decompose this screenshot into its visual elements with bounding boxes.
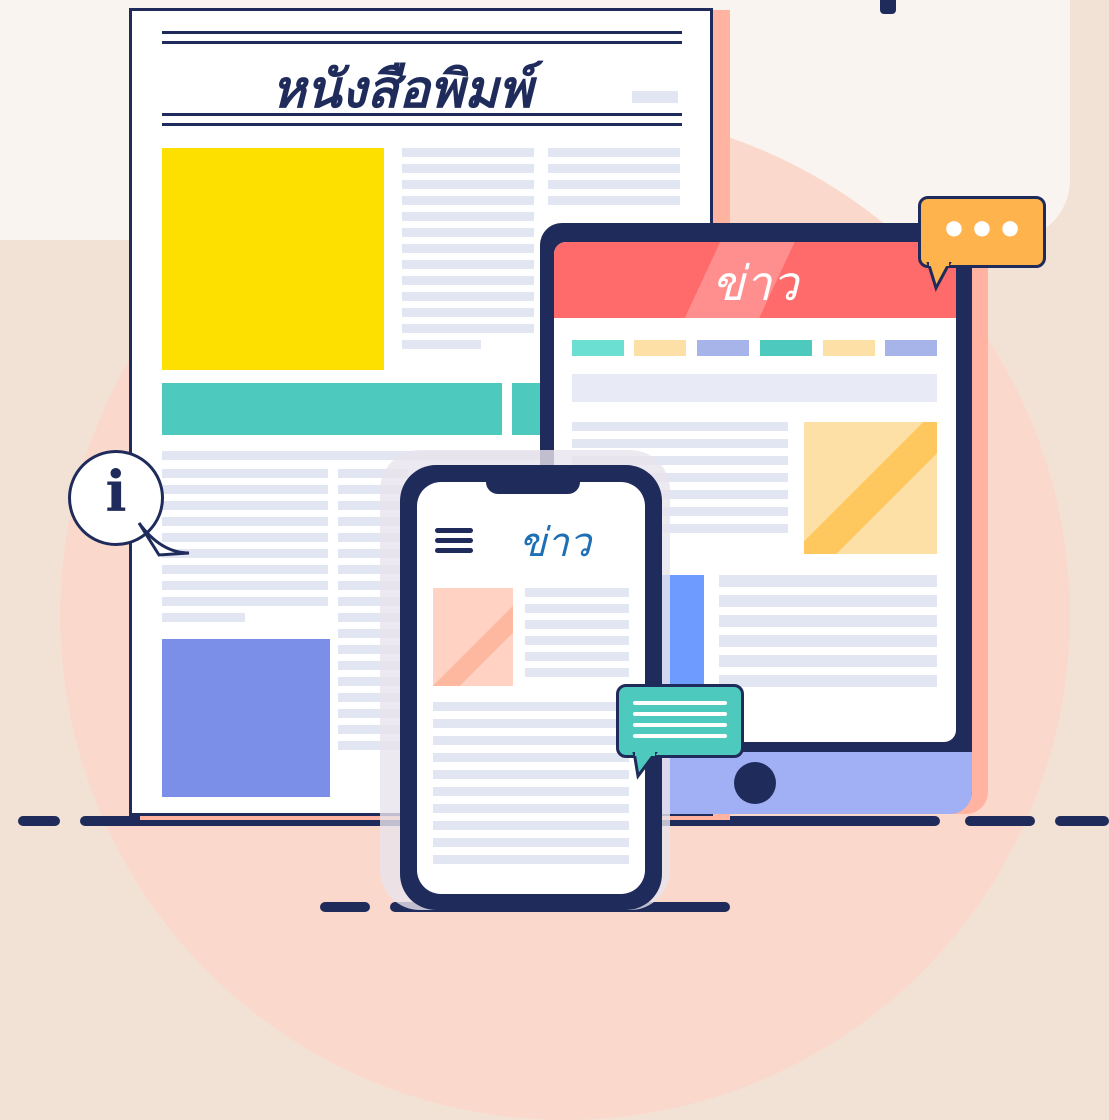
chat-lines-bubble: [616, 684, 744, 758]
chat-dots-icon: •••: [939, 205, 1025, 256]
masthead-rule-bottom: [162, 113, 682, 116]
category-tab[interactable]: [634, 340, 686, 356]
ground-dash: [965, 816, 1035, 826]
info-bubble: i: [68, 450, 190, 557]
category-tab[interactable]: [885, 340, 937, 356]
newspaper-title: หนังสือพิมพ์: [271, 59, 533, 120]
category-tab[interactable]: [760, 340, 812, 356]
masthead-rule-top: [162, 41, 682, 44]
masthead-rule-top: [162, 31, 682, 34]
tablet-header: ข่าว: [554, 242, 956, 318]
phone-title: ข่าว: [519, 520, 592, 566]
headline-banner: [512, 383, 542, 435]
headline-photo: [162, 148, 384, 370]
article-photo: [162, 639, 330, 797]
category-tab[interactable]: [572, 340, 624, 356]
ground-dash: [18, 816, 60, 826]
phone-text-column: [433, 702, 629, 872]
masthead-date-block: [632, 91, 678, 103]
text-column: [548, 148, 680, 212]
tablet-text-column: [719, 575, 937, 695]
ground-dash: [1055, 816, 1109, 826]
chat-lines-tail: [632, 752, 658, 780]
phone-screen: ข่าว: [417, 482, 645, 894]
chat-dots-bubble: •••: [918, 196, 1046, 268]
category-tab[interactable]: [823, 340, 875, 356]
tablet-home-button[interactable]: [734, 762, 776, 804]
text-column: [402, 148, 534, 356]
phone-notch: [486, 478, 580, 494]
phone-article-image: [433, 588, 513, 686]
ground-dash: [320, 902, 370, 912]
tablet-title: ข่าว: [711, 256, 799, 312]
tablet-article-image: [804, 422, 937, 554]
headline-banner: [162, 383, 502, 435]
info-icon: i: [105, 459, 127, 525]
phone-text-column: [525, 588, 629, 684]
category-tab[interactable]: [697, 340, 749, 356]
masthead-rule-bottom: [162, 123, 682, 126]
chat-lines-icon: [633, 701, 727, 738]
tablet-headline-bar: [572, 374, 937, 402]
chat-dots-tail: [926, 262, 952, 292]
menu-icon[interactable]: [435, 526, 475, 556]
top-right-marker: [880, 0, 896, 14]
